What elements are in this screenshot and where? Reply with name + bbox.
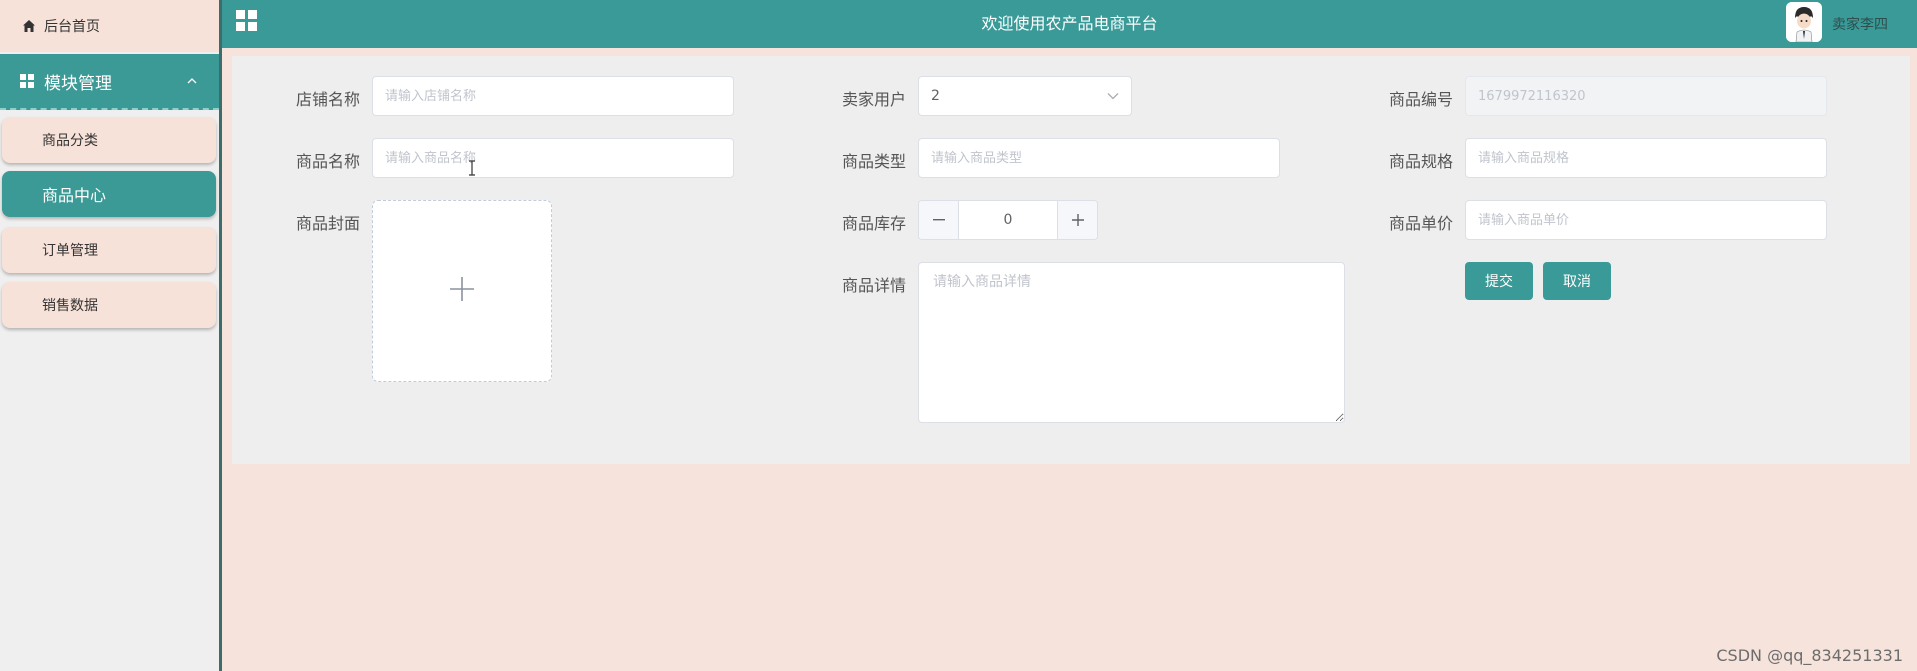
product-cover-label: 商品封面 [295, 214, 360, 233]
seller-user-value: 2 [931, 88, 940, 104]
seller-user-label: 卖家用户 [841, 90, 906, 109]
details-textarea[interactable] [918, 262, 1345, 423]
user-name[interactable]: 卖家李四 [1832, 14, 1888, 34]
text-cursor-icon [468, 160, 476, 180]
sidebar-item-category[interactable]: 商品分类 [2, 117, 216, 163]
decrease-button[interactable] [919, 201, 959, 239]
cover-upload-area[interactable] [372, 200, 552, 382]
watermark: CSDN @qq_834251331 [1716, 646, 1903, 665]
chevron-down-icon [1107, 92, 1119, 100]
shop-name-label: 店铺名称 [295, 90, 360, 109]
sidebar-item-label: 商品分类 [42, 133, 98, 149]
stock-value[interactable]: 0 [959, 201, 1057, 239]
sidebar-item-label: 销售数据 [42, 298, 98, 314]
sidebar-group-module[interactable]: 模块管理 [0, 54, 219, 110]
product-spec-label: 商品规格 [1388, 152, 1453, 171]
sidebar-item-label: 订单管理 [42, 243, 98, 259]
sidebar-group-label: 模块管理 [44, 73, 112, 94]
plus-icon [448, 275, 476, 307]
sidebar-item-home[interactable]: 后台首页 [0, 0, 219, 52]
home-icon [22, 19, 36, 33]
product-type-label: 商品类型 [841, 152, 906, 171]
unit-price-input[interactable] [1465, 200, 1827, 240]
sidebar: 后台首页 模块管理 商品分类 商品中心 订单管理 销售数据 [0, 0, 222, 671]
sidebar-item-sales[interactable]: 销售数据 [2, 282, 216, 328]
submit-button[interactable]: 提交 [1465, 262, 1533, 300]
seller-user-select[interactable]: 2 [918, 76, 1132, 116]
product-type-input[interactable] [918, 138, 1280, 178]
product-name-label: 商品名称 [295, 152, 360, 171]
grid-icon [20, 74, 34, 88]
page-title: 欢迎使用农产品电商平台 [981, 14, 1158, 33]
cancel-button[interactable]: 取消 [1543, 262, 1611, 300]
product-no-label: 商品编号 [1388, 90, 1453, 109]
unit-price-label: 商品单价 [1388, 214, 1453, 233]
sidebar-item-label: 后台首页 [44, 19, 100, 35]
product-no-input [1465, 76, 1827, 116]
top-header: 欢迎使用农产品电商平台 卖家李四 [222, 0, 1917, 48]
product-spec-input[interactable] [1465, 138, 1827, 178]
stock-stepper[interactable]: 0 [918, 200, 1098, 240]
sidebar-item-orders[interactable]: 订单管理 [2, 227, 216, 273]
stock-label: 商品库存 [841, 214, 906, 233]
details-label: 商品详情 [841, 276, 906, 295]
product-name-input[interactable] [372, 138, 734, 178]
sidebar-item-product-center[interactable]: 商品中心 [2, 171, 216, 217]
avatar[interactable] [1786, 2, 1822, 42]
sidebar-item-label: 商品中心 [42, 186, 107, 205]
increase-button[interactable] [1057, 201, 1097, 239]
shop-name-input[interactable] [372, 76, 734, 116]
chevron-up-icon[interactable] [187, 78, 197, 84]
